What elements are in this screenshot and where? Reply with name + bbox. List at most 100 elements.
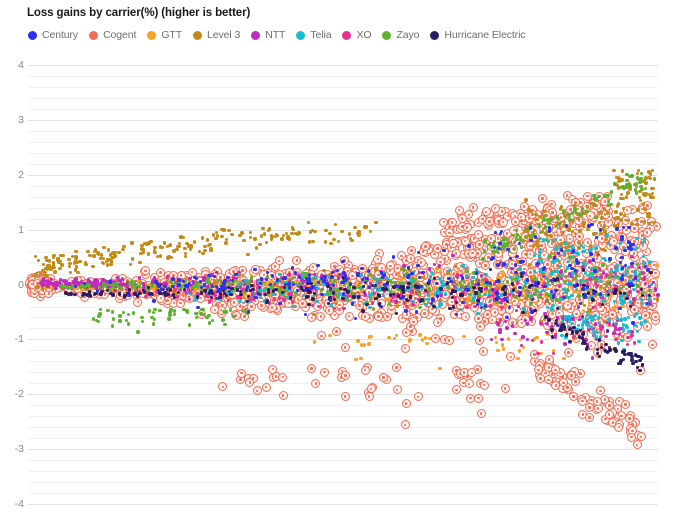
data-point (555, 309, 564, 318)
legend-item-gtt[interactable]: GTT (147, 29, 182, 41)
data-point (626, 179, 629, 182)
data-point (49, 286, 52, 289)
data-point (640, 323, 643, 326)
data-point (576, 369, 585, 378)
legend-item-label: Hurricane Electric (444, 29, 525, 41)
data-point (290, 290, 293, 293)
data-point (431, 297, 434, 300)
data-point (435, 267, 438, 270)
data-point (44, 256, 47, 259)
data-point (641, 300, 650, 309)
data-point (425, 279, 434, 288)
data-point (203, 245, 206, 248)
data-point (332, 279, 341, 288)
data-point (277, 287, 280, 290)
data-point (647, 222, 650, 225)
data-point (632, 304, 641, 313)
data-point (155, 285, 164, 294)
data-point (344, 274, 347, 277)
data-point (360, 286, 363, 289)
data-point (594, 291, 597, 294)
data-point (286, 235, 289, 238)
data-point (275, 234, 278, 237)
data-point (134, 287, 137, 290)
legend-item-level-3[interactable]: Level 3 (193, 29, 240, 41)
data-point (246, 287, 249, 290)
data-point (174, 291, 177, 294)
data-point (537, 274, 546, 283)
data-point (642, 180, 645, 183)
data-point (639, 177, 642, 180)
data-point (560, 277, 563, 280)
data-point (368, 335, 371, 338)
data-point (244, 279, 247, 282)
data-point (233, 287, 236, 290)
data-point (568, 214, 571, 217)
data-point (595, 286, 598, 289)
data-point (304, 313, 307, 316)
data-point (106, 289, 109, 292)
data-point (376, 286, 385, 295)
data-point (311, 297, 314, 300)
data-point (498, 307, 507, 316)
minor-gridline (28, 263, 658, 264)
data-point (508, 209, 517, 218)
data-point (335, 300, 344, 309)
data-point (224, 310, 227, 313)
data-point (636, 279, 645, 288)
data-point (348, 275, 357, 284)
legend-item-xo[interactable]: XO (342, 29, 371, 41)
data-point (28, 279, 37, 288)
legend-item-hurricane-electric[interactable]: Hurricane Electric (430, 29, 525, 41)
data-point (105, 280, 108, 283)
data-point (498, 331, 501, 334)
data-point (322, 279, 325, 282)
minor-gridline (28, 197, 658, 198)
data-point (256, 281, 259, 284)
legend-item-zayo[interactable]: Zayo (382, 29, 419, 41)
data-point (510, 297, 519, 306)
legend-item-cogent[interactable]: Cogent (89, 29, 136, 41)
data-point (329, 279, 332, 282)
data-point (109, 253, 112, 256)
data-point (454, 265, 457, 268)
data-point (42, 277, 45, 280)
page-title: Loss gains by carrier(%) (higher is bett… (27, 7, 250, 19)
data-point (572, 335, 575, 338)
minor-gridline (28, 252, 658, 253)
data-point (338, 292, 347, 301)
data-point (637, 432, 646, 441)
legend-item-telia[interactable]: Telia (296, 29, 331, 41)
data-point (542, 267, 545, 270)
data-point (69, 281, 78, 290)
data-point (408, 269, 411, 272)
data-point (364, 388, 373, 397)
data-point (238, 234, 241, 237)
data-point (596, 352, 599, 355)
legend-item-century[interactable]: Century (28, 29, 78, 41)
data-point (217, 279, 220, 282)
minor-gridline (28, 164, 658, 165)
data-point (50, 266, 53, 269)
data-point (232, 311, 241, 320)
data-point (610, 262, 619, 271)
data-point (635, 275, 638, 278)
data-point (478, 290, 481, 293)
data-point (643, 179, 646, 182)
data-point (106, 287, 109, 290)
minor-gridline (28, 493, 658, 494)
data-point (184, 279, 187, 282)
data-point (280, 276, 283, 279)
data-point (220, 285, 223, 288)
data-point (590, 267, 593, 270)
data-point (381, 275, 384, 278)
data-point (236, 288, 239, 291)
minor-gridline (28, 471, 658, 472)
data-point (176, 285, 179, 288)
legend-item-ntt[interactable]: NTT (251, 29, 285, 41)
data-point (125, 319, 128, 322)
data-point (407, 285, 410, 288)
data-point (114, 281, 117, 284)
data-point (563, 342, 566, 345)
data-point (327, 302, 330, 305)
